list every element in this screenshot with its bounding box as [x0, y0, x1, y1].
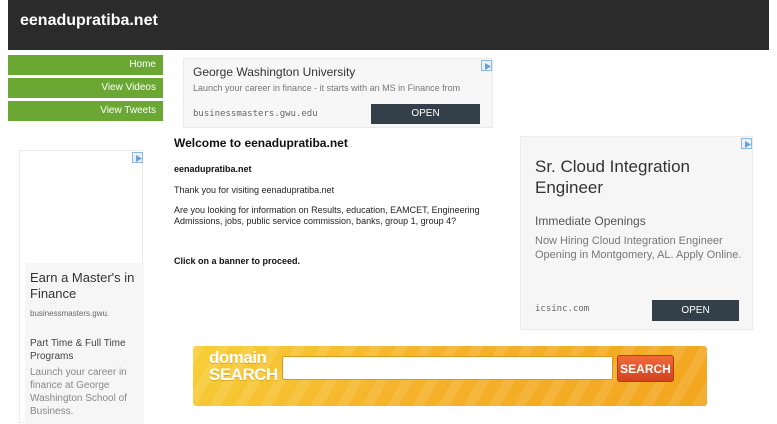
right-ad-banner[interactable]: Sr. Cloud Integration Engineer Immediate… [520, 136, 753, 330]
right-ad-url: icsinc.com [535, 304, 590, 314]
right-ad-body: Now Hiring Cloud Integration Engineer Op… [535, 235, 742, 261]
domain-search-logo-bottom: SEARCH [209, 365, 278, 384]
domain-search-input[interactable] [282, 356, 613, 380]
top-ad-banner[interactable]: George Washington University Launch your… [183, 58, 493, 128]
right-ad-title[interactable]: Sr. Cloud Integration Engineer [535, 156, 745, 198]
top-ad-url: businessmasters.gwu.edu [193, 109, 318, 119]
adchoices-icon[interactable] [481, 60, 492, 71]
domain-search-banner[interactable]: domain SEARCH SEARCH [193, 346, 707, 406]
left-ad-headline: Part Time & Full Time Programs [30, 338, 126, 362]
right-ad-headline: Immediate Openings [535, 214, 646, 228]
top-ad-description: Launch your career in finance - it start… [193, 83, 461, 93]
left-ad-url: businessmasters.gwu. [30, 309, 110, 318]
nav-item-home[interactable]: Home [8, 55, 163, 75]
site-header: eenadupratiba.net [8, 0, 769, 50]
top-ad-title[interactable]: George Washington University [193, 65, 355, 79]
adchoices-icon[interactable] [741, 138, 752, 149]
top-ad-open-button[interactable]: OPEN [371, 104, 480, 124]
domain-name: eenadupratiba.net [174, 164, 252, 174]
domain-search-button[interactable]: SEARCH [617, 355, 674, 382]
domain-search-logo-top: domain [209, 348, 267, 367]
welcome-heading: Welcome to eenadupratiba.net [174, 136, 348, 150]
nav-item-view-tweets[interactable]: View Tweets [8, 101, 163, 121]
adchoices-icon[interactable] [132, 152, 143, 163]
right-ad-open-button[interactable]: OPEN [652, 300, 739, 321]
left-ad-content[interactable]: Earn a Master's in Finance businessmaste… [25, 263, 144, 424]
left-ad-title[interactable]: Earn a Master's in Finance [30, 270, 142, 302]
info-question: Are you looking for information on Resul… [174, 205, 480, 226]
site-title[interactable]: eenadupratiba.net [20, 12, 158, 30]
left-ad-banner[interactable]: Earn a Master's in Finance businessmaste… [19, 150, 144, 424]
thank-you-text: Thank you for visiting eenadupratiba.net [174, 185, 335, 195]
nav-item-view-videos[interactable]: View Videos [8, 78, 163, 98]
banner-cta-text: Click on a banner to proceed. [174, 256, 301, 266]
left-ad-body: Launch your career in finance at George … [30, 367, 127, 417]
